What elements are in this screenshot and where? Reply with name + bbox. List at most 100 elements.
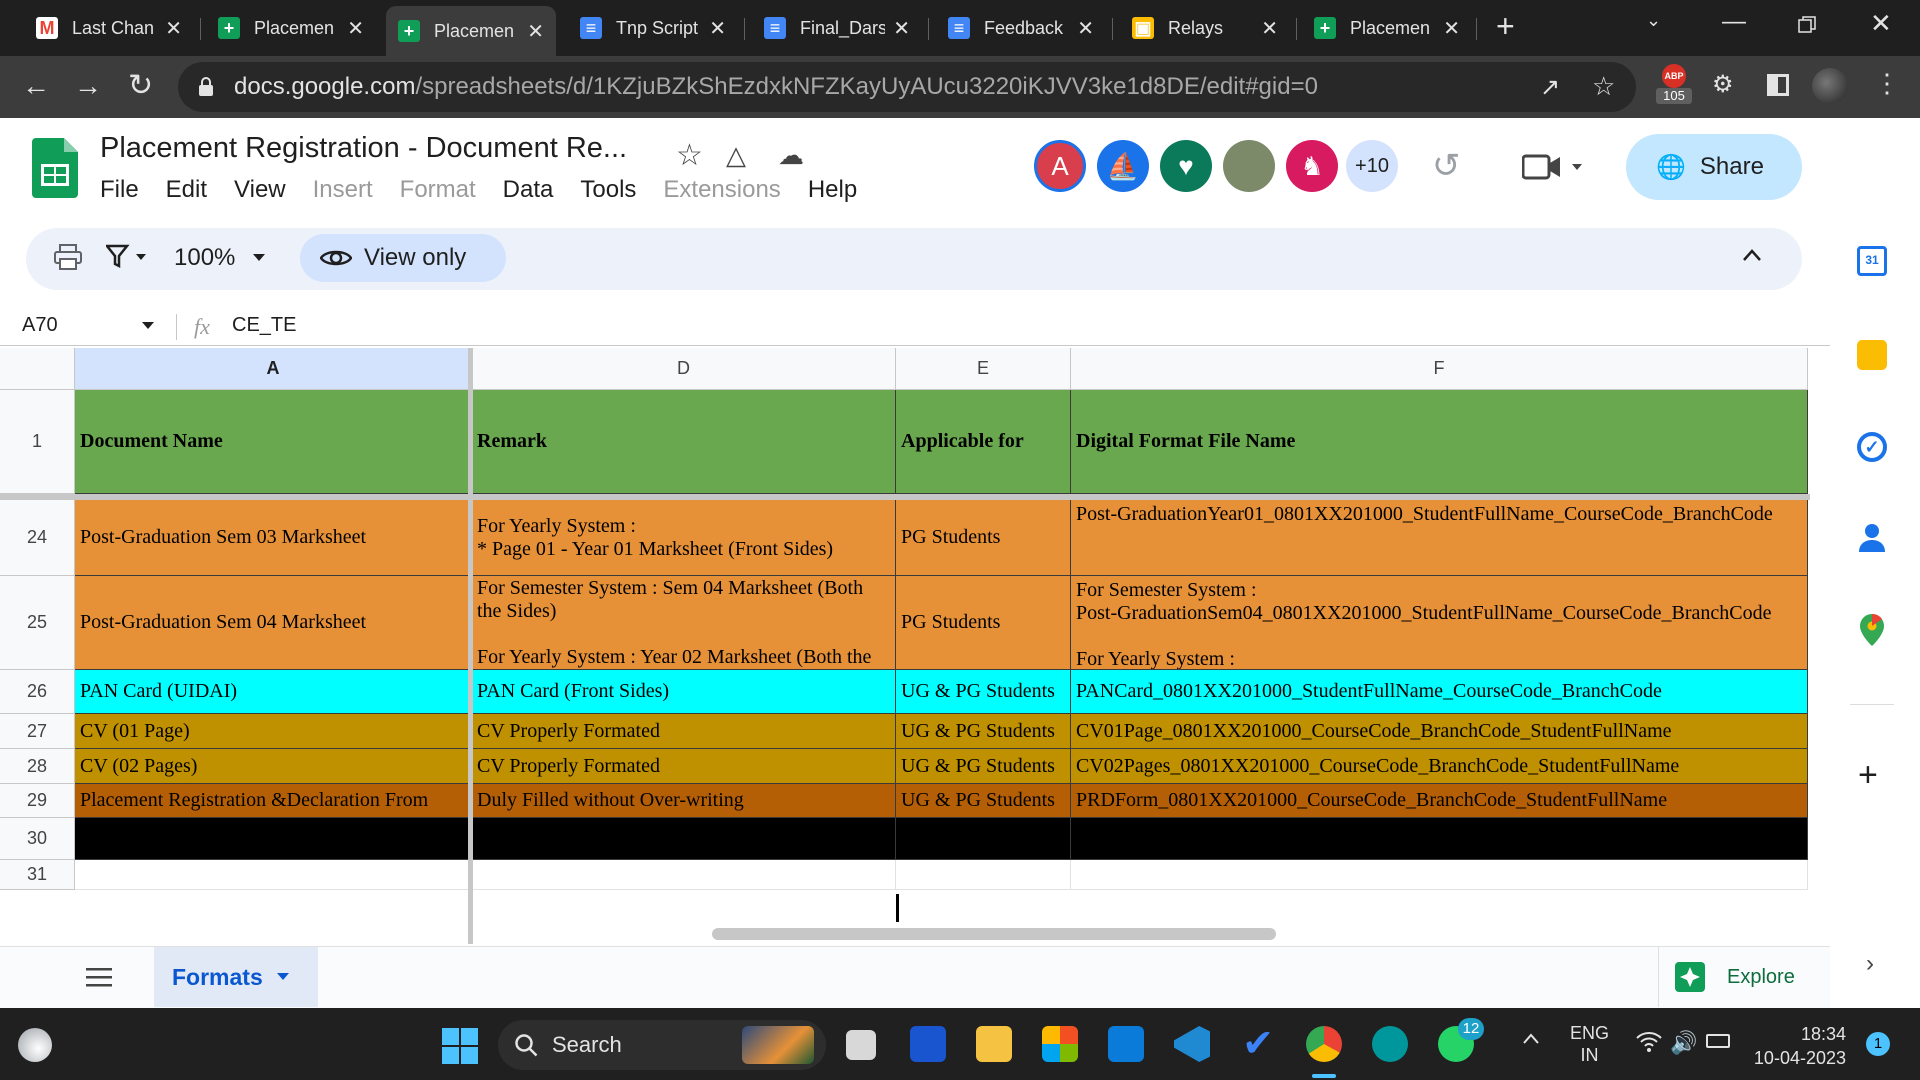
all-sheets-menu-icon[interactable] [86, 967, 112, 992]
language-indicator[interactable]: ENG IN [1570, 1022, 1609, 1066]
menu-item-extensions[interactable]: Extensions [663, 176, 780, 204]
table-cell[interactable] [896, 818, 1071, 860]
table-cell[interactable] [75, 818, 472, 860]
formula-input[interactable]: CE_TE [232, 314, 296, 337]
table-cell[interactable]: CV02Pages_0801XX201000_CourseCode_Branch… [1071, 749, 1808, 784]
close-tab-icon[interactable]: ✕ [347, 16, 364, 41]
meet-camera-icon[interactable] [1521, 154, 1582, 185]
frozen-column-divider[interactable] [468, 348, 473, 944]
minimize-icon[interactable]: — [1722, 8, 1746, 36]
get-addons-plus-icon[interactable]: + [1858, 756, 1878, 795]
share-button[interactable]: 🌐 Share [1626, 134, 1802, 200]
menu-item-view[interactable]: View [234, 176, 286, 204]
table-cell[interactable]: UG & PG Students [896, 670, 1071, 714]
row-header[interactable]: 30 [0, 818, 75, 860]
sheets-logo-icon[interactable] [32, 138, 78, 198]
adblock-extension-icon[interactable]: ABP 105 [1656, 62, 1692, 108]
menu-item-insert[interactable]: Insert [313, 176, 373, 204]
file-explorer-icon[interactable] [976, 1026, 1012, 1062]
table-cell[interactable]: PG Students [896, 500, 1071, 576]
browser-tab[interactable]: + Placemen ✕ [206, 8, 376, 48]
collaborator-avatar-a[interactable]: A [1034, 140, 1086, 192]
table-cell[interactable]: Duly Filled without Over-writing [472, 784, 896, 818]
table-cell[interactable] [472, 818, 896, 860]
side-panel-icon[interactable] [1767, 74, 1789, 96]
table-cell[interactable]: PG Students [896, 576, 1071, 670]
column-header-a[interactable]: A [75, 348, 472, 390]
table-cell[interactable]: CV (02 Pages) [75, 749, 472, 784]
select-all-corner[interactable] [0, 348, 75, 390]
reload-icon[interactable]: ↻ [128, 68, 153, 103]
row-header[interactable]: 1 [0, 390, 75, 494]
todo-icon[interactable]: ✔ [1240, 1025, 1276, 1063]
browser-tab[interactable]: ≡ Feedback ✕ [936, 8, 1106, 48]
table-cell[interactable]: PAN Card (Front Sides) [472, 670, 896, 714]
zoom-select[interactable]: 100% [174, 244, 266, 272]
close-tab-icon[interactable]: ✕ [1077, 16, 1094, 41]
table-cell[interactable]: PRDForm_0801XX201000_CourseCode_BranchCo… [1071, 784, 1808, 818]
browser-tab[interactable]: M Last Chan ✕ [24, 8, 194, 48]
arduino-icon[interactable] [1372, 1026, 1408, 1062]
clock[interactable]: 18:34 10-04-2023 [1752, 1022, 1846, 1070]
collaborator-avatar-5[interactable]: ♞ [1286, 140, 1338, 192]
app-icon-ai[interactable] [910, 1026, 946, 1062]
table-cell[interactable]: CV Properly Formated [472, 749, 896, 784]
battery-icon[interactable] [1706, 1034, 1730, 1048]
table-cell[interactable]: CV Properly Formated [472, 714, 896, 749]
close-tab-icon[interactable]: ✕ [165, 16, 182, 41]
url-field[interactable]: docs.google.com/spreadsheets/d/1KZjuBZkS… [178, 62, 1636, 112]
version-history-icon[interactable]: ↺ [1432, 146, 1461, 186]
volume-icon[interactable]: 🔊 [1670, 1030, 1697, 1056]
table-cell[interactable]: CV (01 Page) [75, 714, 472, 749]
tray-overflow-chevron-icon[interactable] [1522, 1032, 1540, 1050]
task-view-icon[interactable] [846, 1030, 876, 1060]
table-cell[interactable]: Placement Registration &Declaration From [75, 784, 472, 818]
table-cell[interactable] [1071, 860, 1808, 890]
table-cell[interactable] [896, 860, 1071, 890]
tab-search-chevron-icon[interactable]: ⌄ [1646, 10, 1661, 31]
header-cell[interactable]: Applicable for [896, 390, 1071, 494]
table-cell[interactable]: UG & PG Students [896, 749, 1071, 784]
sheet-tab-formats[interactable]: Formats [154, 947, 318, 1007]
row-header[interactable]: 26 [0, 670, 75, 714]
back-icon[interactable]: ← [22, 70, 50, 102]
close-tab-icon[interactable]: ✕ [709, 16, 726, 41]
table-cell[interactable]: Post-Graduation Sem 04 Marksheet [75, 576, 472, 670]
row-header[interactable]: 28 [0, 749, 75, 784]
menu-item-format[interactable]: Format [400, 176, 476, 204]
browser-tab[interactable]: + Placemen ✕ [386, 6, 556, 56]
name-box[interactable]: A70 [22, 314, 162, 337]
print-icon[interactable] [54, 244, 82, 275]
column-header-d[interactable]: D [472, 348, 896, 390]
close-tab-icon[interactable]: ✕ [1443, 16, 1460, 41]
browser-tab[interactable]: + Placemen ✕ [1302, 8, 1472, 48]
tasks-icon[interactable]: ✓ [1857, 432, 1887, 462]
keep-icon[interactable] [1857, 340, 1887, 370]
menu-item-help[interactable]: Help [808, 176, 857, 204]
explore-button[interactable]: Explore [1658, 947, 1808, 1007]
more-collaborators-badge[interactable]: +10 [1346, 140, 1398, 192]
wifi-icon[interactable] [1636, 1030, 1662, 1057]
start-windows-icon[interactable] [442, 1028, 478, 1069]
table-cell[interactable] [472, 860, 896, 890]
table-cell[interactable] [1071, 818, 1808, 860]
row-header[interactable]: 25 [0, 576, 75, 670]
table-cell[interactable]: Single File : Final Semester or Year For… [472, 576, 896, 670]
row-header[interactable]: 31 [0, 860, 75, 890]
browser-tab[interactable]: ≡ Tnp Script ✕ [568, 8, 738, 48]
row-header[interactable]: 27 [0, 714, 75, 749]
browser-tab[interactable]: ≡ Final_Dars ✕ [752, 8, 922, 48]
notification-badge[interactable]: 1 [1866, 1032, 1890, 1056]
table-cell[interactable]: CV01Page_0801XX201000_CourseCode_BranchC… [1071, 714, 1808, 749]
table-cell[interactable]: UG & PG Students [896, 714, 1071, 749]
weather-icon[interactable] [18, 1028, 52, 1062]
table-cell[interactable]: For Yearly System : * Page 01 - Year 01 … [472, 500, 896, 576]
cloud-status-icon[interactable]: ☁ [778, 140, 804, 171]
table-cell[interactable] [75, 860, 472, 890]
taskbar-search-box[interactable]: Search [498, 1020, 826, 1070]
new-tab-icon[interactable]: + [1496, 8, 1515, 45]
browser-tab[interactable]: ▣ Relays ✕ [1120, 8, 1290, 48]
forward-icon[interactable]: → [74, 70, 102, 102]
contacts-icon[interactable] [1857, 522, 1887, 554]
table-cell[interactable]: PANCard_0801XX201000_StudentFullName_Cou… [1071, 670, 1808, 714]
